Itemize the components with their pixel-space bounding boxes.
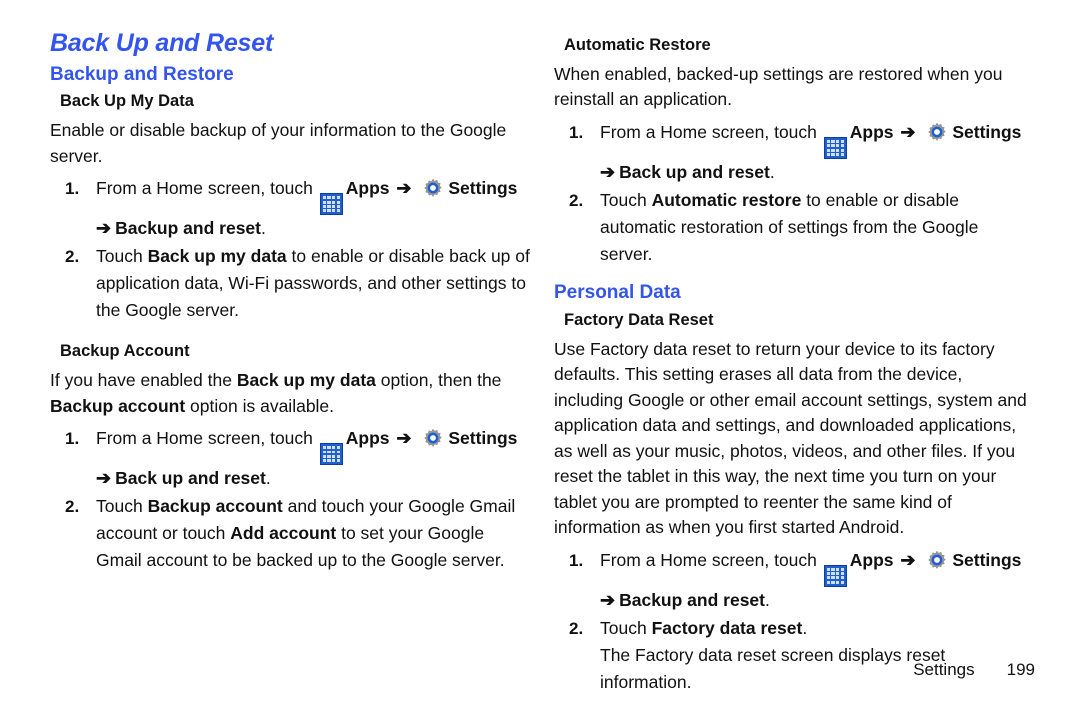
subsection-heading-factory-data-reset: Factory Data Reset: [564, 310, 714, 329]
settings-label: Settings: [952, 549, 1022, 570]
intro-bold-1: Back up my data: [236, 370, 376, 391]
step-number: 1.: [65, 429, 80, 449]
subsection-heading-back-up-my-data: Back Up My Data: [60, 92, 194, 111]
settings-gear-icon: [925, 548, 949, 572]
step-text-pre: From a Home screen, touch: [600, 549, 817, 570]
apps-label: Apps: [849, 121, 894, 142]
back-up-my-data-steps: 1. From a Home screen, touch Apps ➔ Sett…: [50, 175, 532, 324]
settings-label: Settings: [448, 178, 518, 199]
arrow-icon: ➔: [600, 161, 616, 182]
step-item: 2. Touch Backup account and touch your G…: [50, 493, 532, 574]
arrow-icon: ➔: [600, 589, 616, 610]
page-title: Back Up and Reset: [50, 29, 274, 57]
subsection-heading-backup-account: Backup Account: [60, 342, 190, 361]
step-number: 2.: [569, 618, 584, 638]
step-number: 1.: [569, 550, 584, 570]
apps-label: Apps: [849, 549, 894, 570]
footer-page-number: 199: [1006, 660, 1035, 679]
step-bold-term: Automatic restore: [651, 189, 802, 210]
intro-post: option is available.: [185, 395, 335, 416]
section-heading-backup-and-restore: Backup and Restore: [50, 63, 234, 85]
step-text-pre: Touch: [96, 246, 148, 267]
apps-grid-icon: [319, 443, 343, 466]
step-item: 2. Touch Automatic restore to enable or …: [554, 187, 1034, 268]
step-item: 1. From a Home screen, touch Apps ➔ Sett…: [554, 547, 1034, 614]
settings-gear-icon: [421, 176, 445, 200]
document-page: Back Up and Reset Backup and Restore Bac…: [0, 0, 1080, 720]
backup-account-steps: 1. From a Home screen, touch Apps ➔ Sett…: [50, 425, 532, 574]
destination-label: Backup and reset: [619, 589, 765, 610]
step-tail: .: [260, 218, 266, 239]
step-bold-term: Back up my data: [147, 246, 287, 267]
step-number: 2.: [65, 247, 80, 267]
step-item: 1. From a Home screen, touch Apps ➔ Sett…: [554, 119, 1034, 186]
step-continuation: ➔ Backup and reset.: [600, 587, 1034, 614]
arrow-icon: ➔: [900, 121, 916, 142]
step-text-pre: From a Home screen, touch: [600, 121, 817, 142]
step-text-pre: Touch: [600, 189, 652, 210]
step-number: 2.: [65, 497, 80, 517]
back-up-my-data-intro: Enable or disable backup of your informa…: [50, 120, 507, 166]
step-tail: .: [764, 589, 770, 610]
step-item: 2. Touch Factory data reset. The Factory…: [554, 615, 1034, 696]
settings-gear-icon: [421, 426, 445, 450]
settings-label: Settings: [952, 121, 1022, 142]
intro-pre: If you have enabled the: [50, 370, 237, 391]
left-column: Back Up and Reset Backup and Restore Bac…: [50, 29, 532, 580]
settings-gear-icon: [925, 120, 949, 144]
automatic-restore-steps: 1. From a Home screen, touch Apps ➔ Sett…: [554, 119, 1034, 268]
step-text-pre: From a Home screen, touch: [96, 178, 313, 199]
step-bold-term: Factory data reset: [651, 617, 803, 638]
arrow-icon: ➔: [396, 178, 412, 199]
apps-grid-icon: [823, 136, 847, 159]
step-bold-term-2: Add account: [230, 523, 337, 544]
destination-label: Backup and reset: [115, 218, 261, 239]
step-tail: .: [265, 468, 271, 489]
arrow-icon: ➔: [96, 468, 112, 489]
step-item: 1. From a Home screen, touch Apps ➔ Sett…: [50, 425, 532, 492]
destination-label: Back up and reset: [115, 468, 266, 489]
factory-data-reset-intro: Use Factory data reset to return your de…: [554, 338, 1027, 538]
footer-section-label: Settings: [913, 660, 975, 679]
two-column-layout: Back Up and Reset Backup and Restore Bac…: [50, 29, 1035, 702]
step-text-pre: Touch: [96, 496, 148, 517]
destination-label: Back up and reset: [619, 161, 770, 182]
apps-grid-icon: [319, 193, 343, 216]
automatic-restore-intro: When enabled, backed-up settings are res…: [554, 63, 1003, 110]
step-number: 1.: [65, 179, 80, 199]
step-continuation: ➔ Back up and reset.: [96, 465, 532, 492]
arrow-icon: ➔: [96, 218, 112, 239]
step-number: 2.: [569, 190, 584, 210]
subsection-heading-automatic-restore: Automatic Restore: [564, 36, 711, 54]
apps-grid-icon: [823, 564, 847, 587]
intro-bold-2: Backup account: [50, 395, 186, 416]
step-tail: .: [769, 161, 775, 182]
step-continuation: ➔ Backup and reset.: [96, 215, 532, 242]
step-item: 1. From a Home screen, touch Apps ➔ Sett…: [50, 175, 532, 242]
intro-mid: option, then the: [375, 370, 502, 391]
step-item: 2. Touch Back up my data to enable or di…: [50, 243, 532, 324]
backup-account-intro: If you have enabled the Back up my data …: [50, 368, 532, 419]
step-number: 1.: [569, 122, 584, 142]
page-footer: Settings 199: [913, 660, 1035, 680]
step-text-pre: From a Home screen, touch: [96, 428, 313, 449]
step-continuation: ➔ Back up and reset.: [600, 159, 1034, 186]
arrow-icon: ➔: [900, 549, 916, 570]
settings-label: Settings: [448, 428, 518, 449]
section-heading-personal-data: Personal Data: [554, 281, 681, 303]
apps-label: Apps: [345, 178, 390, 199]
arrow-icon: ➔: [396, 428, 412, 449]
apps-label: Apps: [345, 428, 390, 449]
step-text-pre: Touch: [600, 617, 652, 638]
right-column: Automatic Restore When enabled, backed-u…: [554, 30, 1034, 702]
step-text-post: .: [802, 617, 808, 638]
step-bold-term-1: Backup account: [147, 496, 283, 517]
